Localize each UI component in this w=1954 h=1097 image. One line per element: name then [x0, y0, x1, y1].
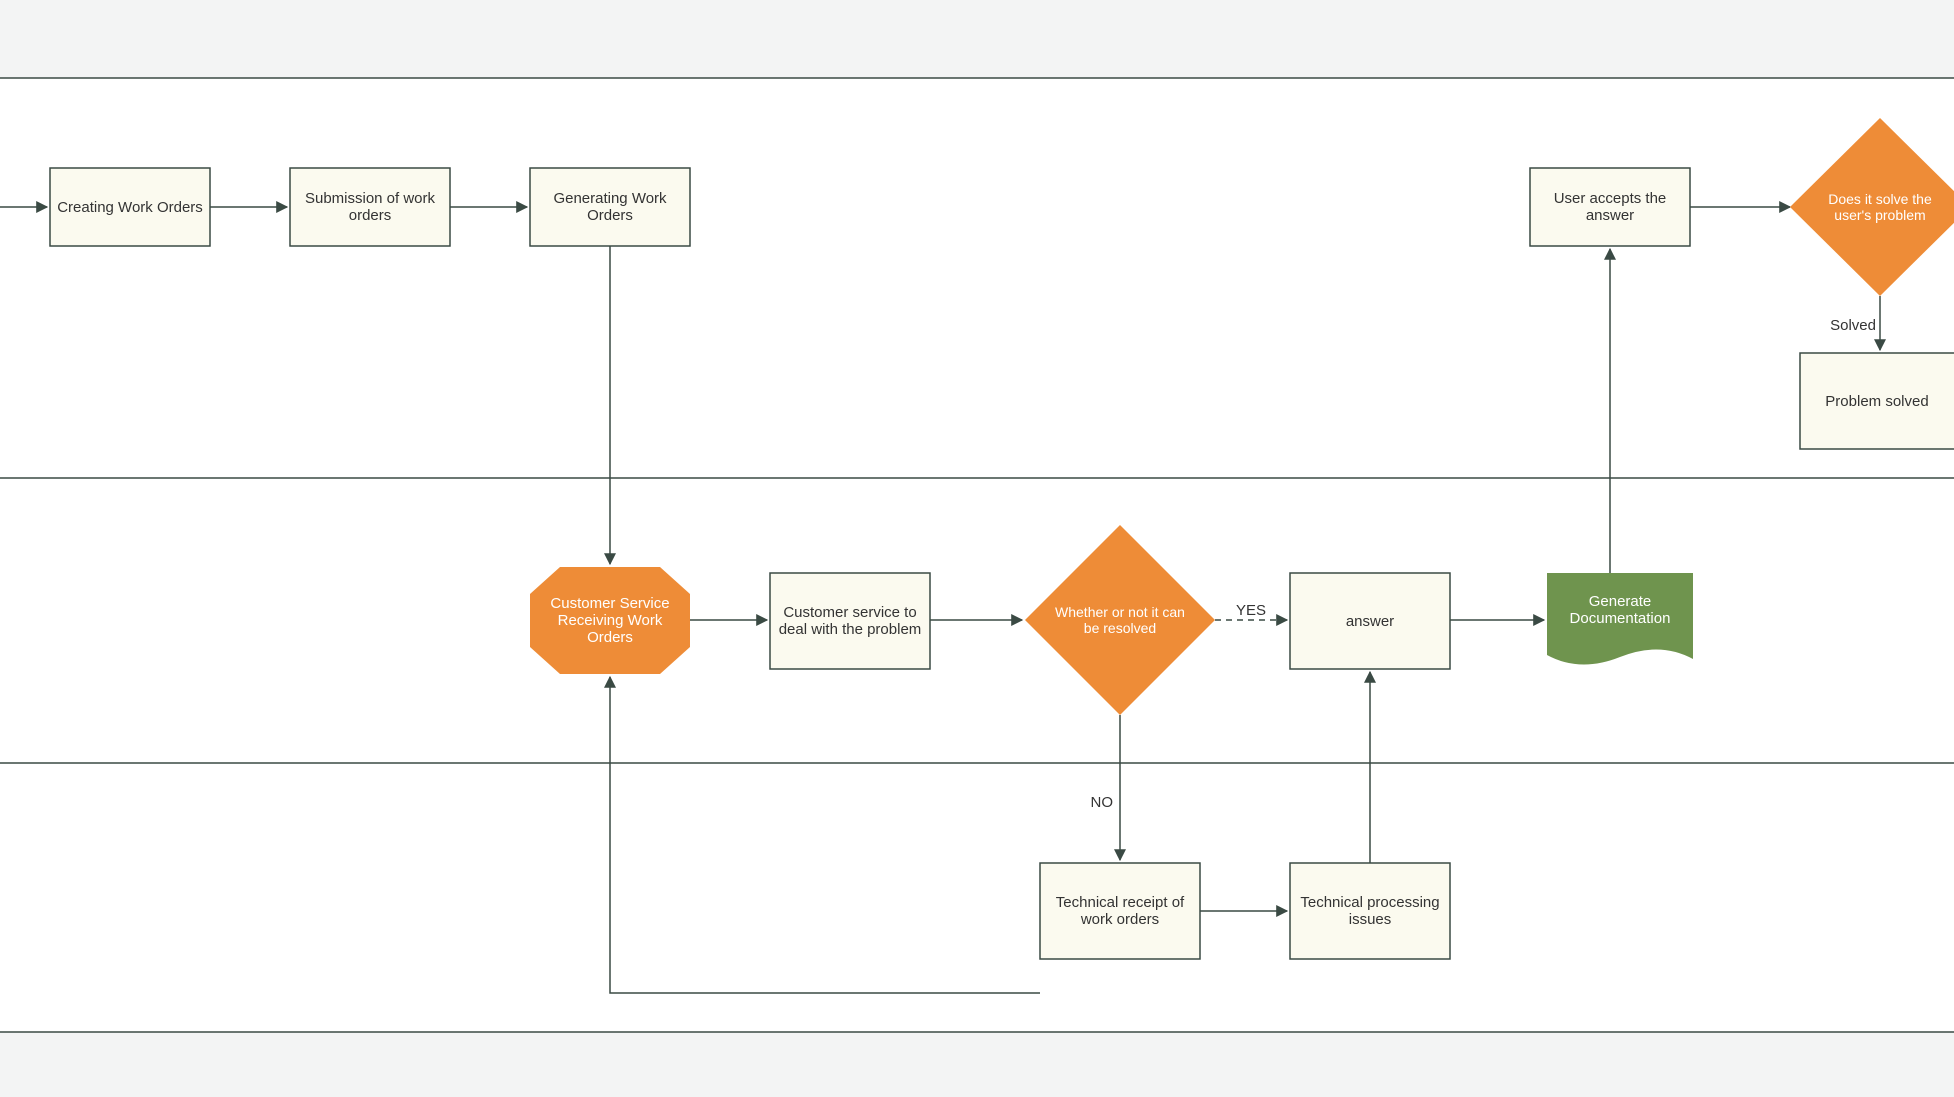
node-technical-receipt[interactable]: Technical receipt of work orders — [1040, 863, 1200, 959]
node-label: Technical receipt of work orders — [1044, 894, 1196, 928]
node-answer[interactable]: answer — [1290, 573, 1450, 669]
node-generate-documentation[interactable]: Generate Documentation — [1547, 573, 1693, 665]
node-submission-of-work-orders[interactable]: Submission of work orders — [290, 168, 450, 246]
node-label: Creating Work Orders — [57, 199, 203, 216]
label-no: NO — [1091, 794, 1114, 811]
label-yes: YES — [1236, 602, 1266, 619]
node-label: Customer Service Receiving Work Orders — [536, 595, 684, 646]
node-label: Customer service to deal with the proble… — [774, 604, 926, 638]
node-label: Does it solve the user's problem — [1812, 191, 1948, 223]
label-solved: Solved — [1830, 317, 1876, 334]
node-label: Generate Documentation — [1551, 593, 1689, 627]
node-label: Generating Work Orders — [534, 190, 686, 224]
node-label: Submission of work orders — [294, 190, 446, 224]
node-label: User accepts the answer — [1534, 190, 1686, 224]
node-label: Technical processing issues — [1294, 894, 1446, 928]
node-creating-work-orders[interactable]: Creating Work Orders — [50, 168, 210, 246]
node-generating-work-orders[interactable]: Generating Work Orders — [530, 168, 690, 246]
node-problem-solved[interactable]: Problem solved — [1800, 353, 1954, 449]
node-label: Whether or not it can be resolved — [1052, 604, 1188, 636]
node-user-accepts-answer[interactable]: User accepts the answer — [1530, 168, 1690, 246]
node-cs-receiving-work-orders[interactable]: Customer Service Receiving Work Orders — [530, 567, 690, 674]
node-cs-deal-problem[interactable]: Customer service to deal with the proble… — [770, 573, 930, 669]
node-label: Problem solved — [1825, 393, 1928, 410]
node-label: answer — [1346, 613, 1394, 630]
node-technical-processing[interactable]: Technical processing issues — [1290, 863, 1450, 959]
